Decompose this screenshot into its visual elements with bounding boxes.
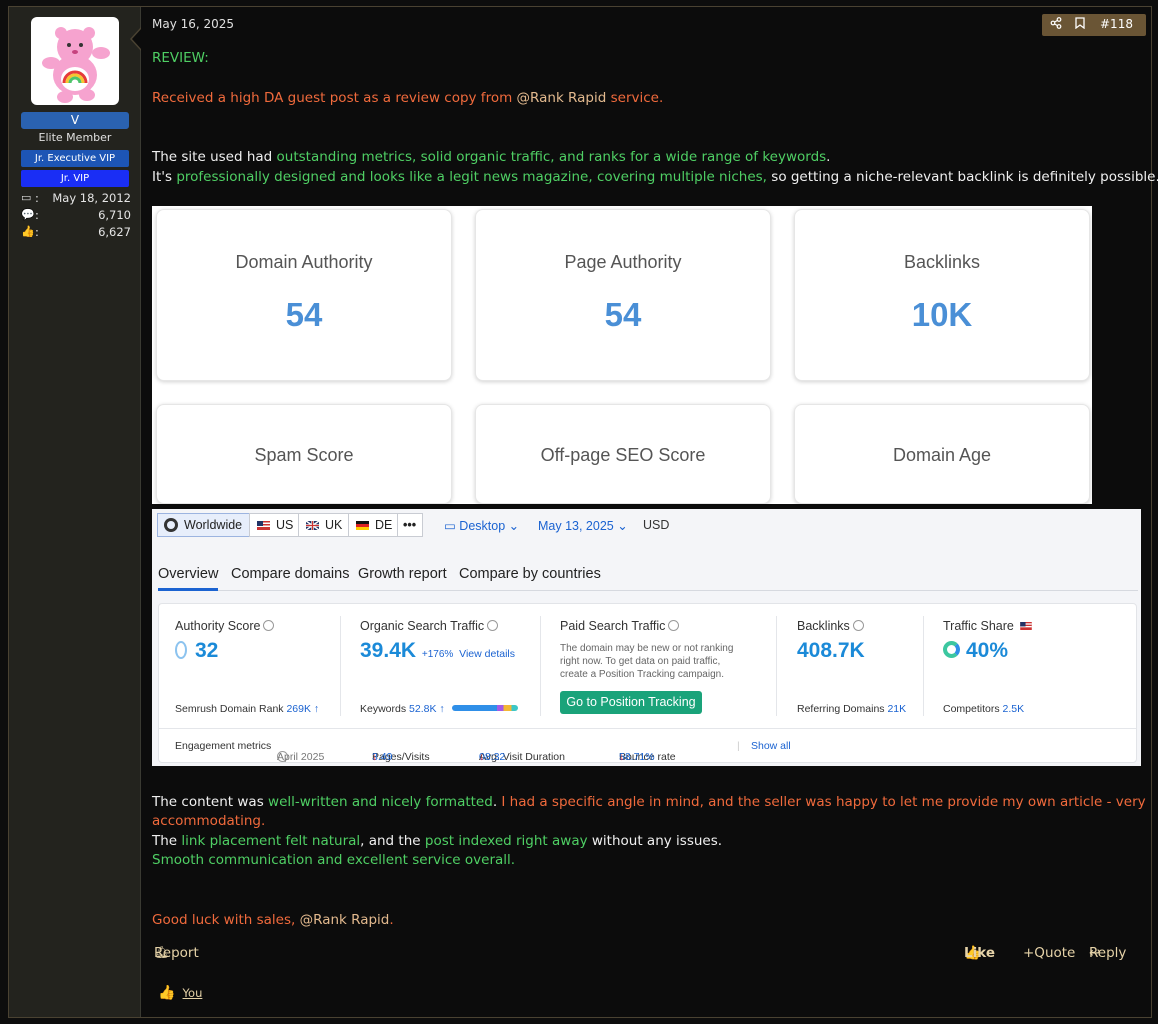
semrush-overview-image: Worldwide US UK DE ••• ▭ Desktop ⌄ May 1… (152, 509, 1141, 766)
go-to-position-tracking-button[interactable]: Go to Position Tracking (560, 691, 702, 714)
region-worldwide[interactable]: Worldwide (157, 513, 250, 537)
authority-score-widget: Authority Score 32 Semrush Domain Rank 2… (175, 619, 320, 715)
user-title: Elite Member (38, 131, 112, 144)
more-regions-button[interactable]: ••• (397, 513, 423, 537)
user-banner-jr-executive-vip: Jr. Executive VIP (21, 150, 129, 167)
content-line: The content was well-written and nicely … (152, 794, 1146, 810)
post-body: May 16, 2025 #118 REVIEW: Received a hig… (152, 7, 1158, 1017)
column-divider (776, 616, 777, 716)
tab-divider (158, 590, 1138, 591)
avatar[interactable] (31, 17, 119, 105)
messages-icon: 💬 (21, 208, 35, 221)
traffic-share-widget: Traffic Share 40% Competitors 2.5K (943, 604, 1093, 726)
column-divider (340, 616, 341, 716)
authority-ring-icon (175, 641, 187, 659)
post-container: V Elite Member Jr. Executive VIP Jr. VIP… (8, 6, 1158, 1018)
post-number[interactable]: #118 (1100, 17, 1133, 31)
backlinks-widget: Backlinks 408.7K Referring Domains 21K (797, 619, 907, 715)
arrow-down-icon: ↓ (479, 751, 485, 763)
share-icon[interactable] (1050, 17, 1062, 32)
region-uk[interactable]: UK (298, 513, 349, 537)
metric-cards-image: Domain Authority 54 Page Authority 54 Ba… (152, 206, 1092, 504)
card-domain-authority: Domain Authority 54 (156, 209, 452, 381)
traffic-share-donut-icon (943, 641, 960, 658)
site-line: The site used had outstanding metrics, s… (152, 149, 831, 165)
date-selector[interactable]: May 13, 2025 ⌄ (538, 518, 628, 533)
stat-messages: 💬: 6,710 (21, 208, 131, 222)
tab-compare-by-countries[interactable]: Compare by countries (459, 566, 601, 582)
message-arrow (130, 27, 142, 51)
active-tab-indicator (158, 588, 218, 591)
thumbs-up-reaction-icon: 👍 (158, 985, 176, 1001)
arrow-down-icon: ↓ (372, 751, 378, 763)
info-icon[interactable] (852, 620, 864, 631)
card-backlinks: Backlinks 10K (794, 209, 1090, 381)
organic-traffic-widget: Organic Search Traffic 39.4K +176% View … (360, 604, 540, 726)
review-heading: REVIEW: (152, 50, 209, 66)
reaction-bar: 👍 You (158, 982, 202, 1002)
reaction-user-link[interactable]: You (183, 986, 203, 1000)
us-flag-icon (257, 521, 270, 530)
link-line: The link placement felt natural, and the… (152, 833, 723, 849)
de-flag-icon (356, 521, 369, 530)
show-all-link[interactable]: Show all (751, 740, 791, 752)
user-banner-jr-vip: Jr. VIP (21, 170, 129, 187)
thumbs-up-icon: 👍 (21, 225, 35, 238)
column-divider (923, 616, 924, 716)
device-selector[interactable]: ▭ Desktop ⌄ (444, 518, 519, 533)
stat-joined: ▭: May 18, 2012 (21, 191, 131, 205)
info-icon[interactable] (263, 620, 275, 631)
mention-rank-rapid[interactable]: @Rank Rapid (300, 912, 390, 928)
mention-rank-rapid[interactable]: @Rank Rapid (517, 90, 607, 106)
info-icon[interactable] (668, 620, 680, 631)
received-line: Received a high DA guest post as a revie… (152, 90, 664, 106)
currency-label: USD (643, 518, 670, 532)
globe-icon (164, 518, 178, 532)
content-line-2: accommodating. (152, 813, 266, 829)
bookmark-icon[interactable] (1075, 17, 1085, 32)
tab-compare-domains[interactable]: Compare domains (231, 566, 349, 582)
engagement-metrics-row: Engagement metrics April 2025 Pages/Visi… (159, 728, 1136, 763)
stat-reactions: 👍: 6,627 (21, 225, 131, 239)
chevron-down-icon: ⌄ (617, 519, 628, 533)
paid-traffic-widget: Paid Search Traffic The domain may be ne… (560, 604, 760, 726)
card-page-authority: Page Authority 54 (475, 209, 771, 381)
tab-growth-report[interactable]: Growth report (358, 566, 447, 582)
tab-overview[interactable]: Overview (158, 566, 218, 582)
keyword-distribution-bar (451, 705, 518, 711)
arrow-down-icon: ↓ (619, 751, 625, 763)
card-spam-score: Spam Score (156, 404, 452, 504)
region-de[interactable]: DE (348, 513, 398, 537)
calendar-icon: ▭ (21, 191, 32, 204)
user-info-column: V Elite Member Jr. Executive VIP Jr. VIP… (9, 7, 141, 1017)
card-domain-age: Domain Age (794, 404, 1090, 504)
smooth-line: Smooth communication and excellent servi… (152, 852, 516, 868)
us-flag-icon (1020, 622, 1033, 630)
its-line: It's professionally designed and looks l… (152, 169, 1158, 185)
card-off-page-seo-score: Off-page SEO Score (475, 404, 771, 504)
uk-flag-icon (306, 521, 319, 530)
chevron-down-icon: ⌄ (508, 519, 520, 533)
column-divider (540, 616, 541, 716)
desktop-icon: ▭ (444, 519, 456, 533)
metrics-panel: Authority Score 32 Semrush Domain Rank 2… (158, 603, 1137, 763)
post-date[interactable]: May 16, 2025 (152, 17, 234, 31)
post-tools: #118 (1042, 14, 1146, 36)
region-us[interactable]: US (249, 513, 299, 537)
quote-button[interactable]: +Quote (1023, 945, 1075, 961)
engagement-divider: | (737, 740, 740, 752)
info-icon[interactable] (487, 620, 499, 631)
view-details-link[interactable]: View details (459, 648, 515, 660)
username[interactable]: V (21, 112, 129, 129)
good-luck-line: Good luck with sales, @Rank Rapid. (152, 912, 394, 928)
